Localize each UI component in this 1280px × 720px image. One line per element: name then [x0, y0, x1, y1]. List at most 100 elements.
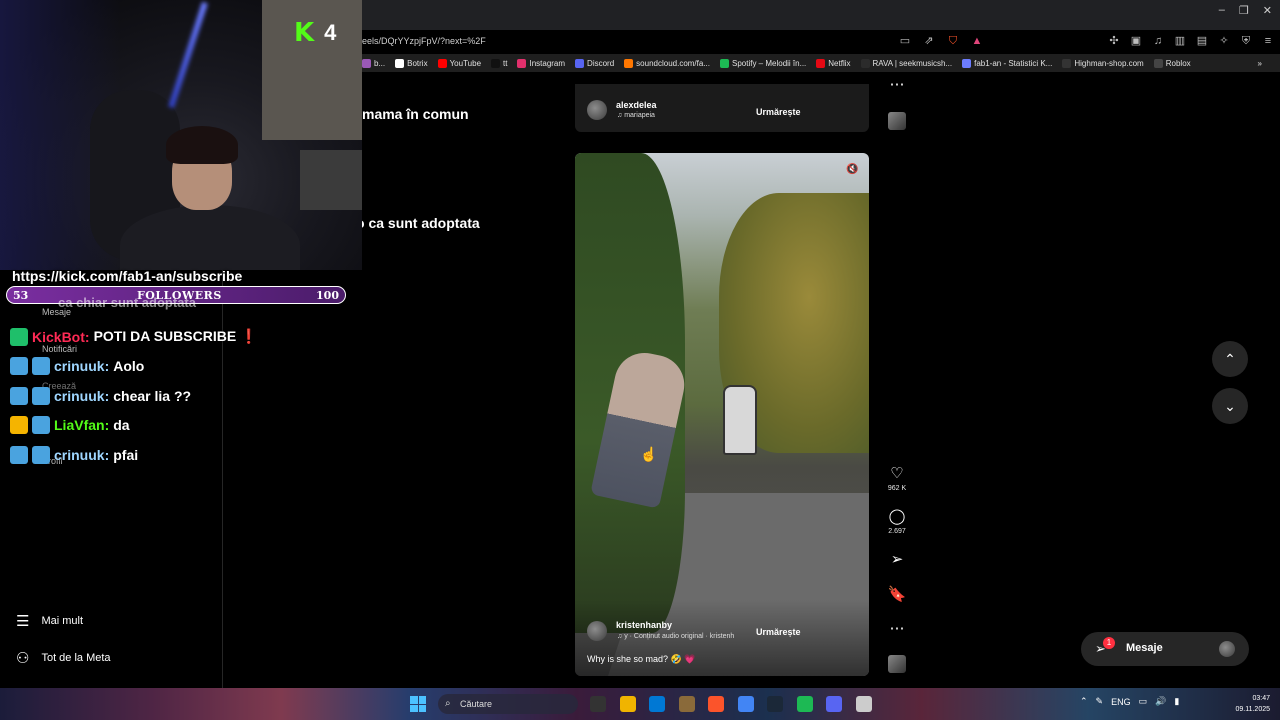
tab-search-icon[interactable]: ▣ — [1129, 34, 1143, 48]
share-button[interactable]: ➢ — [885, 551, 909, 569]
brave-shields-icon[interactable]: ⛉ — [946, 34, 960, 48]
bookmark-label: Botrix — [407, 58, 428, 68]
bookmarks-overflow-button[interactable]: » — [1258, 59, 1280, 68]
battery-icon[interactable]: ▮ — [1174, 696, 1179, 707]
chat-badge-icon — [32, 386, 50, 405]
install-app-icon[interactable]: ▭ — [898, 34, 912, 48]
reel-audio-thumb[interactable] — [888, 655, 906, 673]
prev-reel-audio[interactable]: ♫ mariapeia — [617, 112, 655, 119]
leo-ai-icon[interactable]: ✧ — [1217, 34, 1231, 48]
reel-more-button[interactable]: ⋯ — [885, 620, 909, 638]
taskbar-app-icon[interactable] — [590, 696, 606, 712]
bookmark-item[interactable]: fab1-an - Statistici K... — [962, 58, 1052, 68]
taskbar-app-icon[interactable] — [826, 696, 842, 712]
nav-meta[interactable]: ⚇ Tot de la Meta — [16, 649, 111, 667]
next-reel-button[interactable]: ⌄ — [1212, 388, 1248, 424]
bookmark-item[interactable]: soundcloud.com/fa... — [624, 58, 710, 68]
share-page-icon[interactable]: ⇗ — [922, 34, 936, 48]
menu-icon[interactable]: ≡ — [1261, 34, 1275, 48]
bookmark-item[interactable]: Highman-shop.com — [1062, 58, 1144, 68]
windows-logo-icon — [418, 696, 426, 704]
vpn-icon[interactable]: ⛨ — [1239, 34, 1253, 48]
taskbar-app-icon[interactable] — [708, 696, 724, 712]
chat-text: Aolo — [113, 358, 145, 375]
bookmark-item[interactable]: tt — [491, 58, 507, 68]
background-caption: o ca sunt adoptata — [356, 215, 480, 231]
comment-icon: ◯ — [888, 508, 906, 525]
bookmark-item[interactable]: Netflix — [816, 58, 851, 68]
reel-follow-button[interactable]: Urmărește — [756, 627, 801, 637]
media-icon[interactable]: ♫ — [1151, 34, 1165, 48]
bookmark-label: b... — [374, 58, 386, 68]
comment-button[interactable]: ◯ 2.697 — [885, 508, 909, 535]
reel-video[interactable] — [575, 153, 869, 676]
pen-icon[interactable]: ✎ — [1096, 696, 1104, 707]
like-count: 962 K — [887, 485, 907, 492]
chat-message: LiaVfan: da — [10, 411, 350, 441]
bookmark-item[interactable]: RAVA | seekmusicsh... — [860, 58, 953, 68]
reel-audio[interactable]: ♫ y · Conținut audio original · kristenh — [617, 633, 734, 640]
start-button[interactable] — [410, 696, 426, 712]
messages-badge: 1 — [1103, 637, 1115, 649]
bookmark-favicon-icon — [720, 58, 729, 68]
bookmark-item[interactable]: Discord — [575, 58, 614, 68]
taskbar-app-icon[interactable] — [649, 696, 665, 712]
nav-more[interactable]: ☰ Mai mult — [16, 612, 83, 630]
taskbar-clock[interactable]: 03:47 09.11.2025 — [1226, 693, 1270, 715]
avatar[interactable] — [587, 621, 607, 641]
bookmark-label: RAVA | seekmusicsh... — [872, 58, 953, 68]
wallet-icon[interactable]: ▤ — [1195, 34, 1209, 48]
show-hidden-icons[interactable]: ⌃ — [1080, 696, 1088, 707]
bookmark-item[interactable]: YouTube — [437, 58, 481, 68]
taskbar-search-label: Căutare — [460, 699, 493, 709]
bookmark-favicon-icon — [962, 58, 972, 68]
reel-username[interactable]: kristenhanby — [616, 620, 672, 630]
maximize-button[interactable]: ❐ — [1239, 4, 1249, 17]
chat-username: KickBot: — [32, 328, 90, 345]
search-icon: ⌕ — [445, 698, 451, 709]
chat-message: crinuuk: Aolo — [10, 352, 350, 382]
video-stroller — [723, 385, 757, 455]
mute-icon[interactable]: 🔇 — [846, 164, 858, 176]
bookmark-label: soundcloud.com/fa... — [636, 58, 710, 68]
reel-caption[interactable]: Why is she so mad? 🤣 💗 — [587, 654, 695, 665]
prev-reel-follow-button[interactable]: Urmărește — [756, 107, 801, 117]
close-window-button[interactable]: ✕ — [1263, 4, 1272, 17]
extensions-icon[interactable]: ✣ — [1107, 34, 1121, 48]
minimize-button[interactable]: – — [1219, 4, 1225, 17]
volume-icon[interactable]: 🔊 — [1155, 696, 1166, 707]
taskbar-app-icon[interactable] — [737, 696, 754, 712]
windows-logo-icon — [418, 704, 426, 712]
bookmark-item[interactable]: Spotify – Melodii în... — [720, 58, 806, 68]
taskbar-app-icon[interactable] — [855, 696, 872, 712]
reel-audio-label: y · Conținut audio original · kristenh — [624, 633, 735, 640]
subscribe-url: https://kick.com/fab1-an/subscribe — [12, 268, 243, 284]
like-button[interactable]: ♡ 962 K — [885, 465, 909, 492]
bookmark-item[interactable]: Botrix — [395, 58, 428, 68]
network-icon[interactable]: ▭ — [1139, 696, 1148, 707]
sidebar-icon[interactable]: ▥ — [1173, 34, 1187, 48]
bookmark-label: Netflix — [828, 58, 851, 68]
taskbar-app-icon[interactable] — [796, 696, 813, 712]
language-indicator[interactable]: ENG — [1111, 697, 1131, 707]
previous-reel-button[interactable]: ⌃ — [1212, 341, 1248, 377]
prev-reel-username[interactable]: alexdelea — [616, 100, 657, 110]
bookmark-label: Highman-shop.com — [1074, 58, 1144, 68]
chat-badge-icon — [32, 445, 50, 464]
bookmark-item[interactable]: b... — [362, 58, 386, 68]
taskbar-app-icon[interactable] — [678, 696, 695, 712]
avatar[interactable] — [587, 100, 607, 120]
bookmark-item[interactable]: Roblox — [1153, 58, 1191, 68]
viewer-counter: K 4 — [294, 20, 336, 46]
prev-reel-audio-thumb[interactable] — [888, 112, 906, 130]
bookmark-item[interactable]: Instagram — [517, 58, 565, 68]
bookmark-favicon-icon — [395, 58, 405, 68]
taskbar-app-icon[interactable] — [619, 696, 636, 712]
save-button[interactable]: 🔖 — [885, 586, 909, 604]
messages-button[interactable]: ➢ 1 Mesaje — [1081, 632, 1249, 666]
taskbar-search[interactable]: ⌕ Căutare — [438, 694, 578, 714]
taskbar-app-icon[interactable] — [767, 696, 783, 712]
brave-rewards-icon[interactable]: ▲ — [970, 34, 984, 48]
more-icon: ⋯ — [889, 620, 905, 637]
prev-reel-more-button[interactable]: ⋯ — [885, 76, 909, 94]
